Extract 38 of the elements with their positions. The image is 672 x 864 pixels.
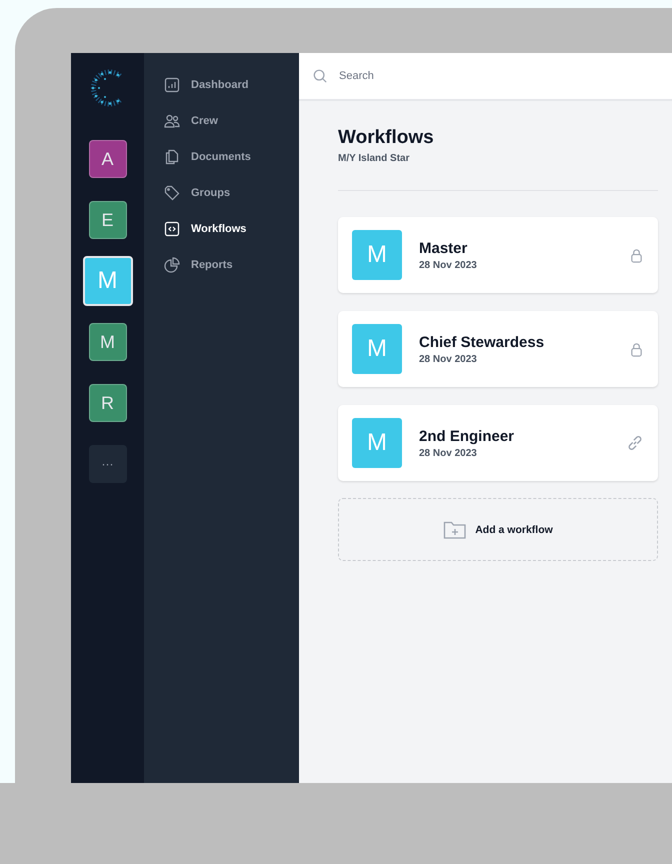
workflow-card[interactable]: M Chief Stewardess 28 Nov 2023 [338, 311, 658, 387]
workspace-avatar[interactable]: E [88, 201, 126, 239]
workspace-avatar[interactable]: A [88, 140, 126, 178]
workflow-avatar: M [352, 230, 402, 280]
lock-icon [629, 248, 644, 262]
pie-chart-icon [164, 257, 180, 273]
workflow-name: 2nd Engineer [419, 428, 516, 444]
nav-item[interactable]: Groups [164, 183, 299, 203]
workflow-card[interactable]: M Master 28 Nov 2023 [338, 217, 658, 293]
nav-item[interactable]: Dashboard [164, 75, 299, 95]
tag-icon [164, 185, 180, 201]
people-icon [164, 113, 180, 129]
page-title: Workflows [338, 127, 435, 149]
nav-item[interactable]: Documents [164, 147, 299, 167]
chart-icon [164, 77, 180, 93]
workflow-date: 28 Nov 2023 [419, 354, 478, 364]
nav-item[interactable]: Reports [164, 255, 299, 275]
link-icon [626, 434, 644, 452]
workflow-name: Chief Stewardess [419, 334, 546, 350]
workspace-avatar[interactable]: R [88, 384, 126, 422]
add-workflow-button[interactable]: Add a workflow [338, 498, 658, 561]
page-subtitle: M/Y Island Star [338, 153, 411, 164]
code-icon [164, 221, 180, 237]
search-field[interactable]: Search [337, 69, 541, 83]
workflow-avatar: M [352, 418, 402, 468]
workflow-date: 28 Nov 2023 [419, 448, 478, 458]
search-icon [313, 69, 327, 83]
nav-item[interactable]: Crew [164, 111, 299, 131]
more-button[interactable]: ··· [88, 445, 126, 483]
workflow-date: 28 Nov 2023 [419, 260, 478, 270]
workflow-card[interactable]: M 2nd Engineer 28 Nov 2023 [338, 405, 658, 481]
workspace-avatar[interactable]: M [88, 323, 126, 361]
nav-item[interactable]: Workflows [164, 219, 299, 239]
workflow-name: Master [419, 240, 468, 256]
documents-icon [164, 149, 180, 165]
folder-plus-icon [443, 520, 468, 540]
workflow-avatar: M [352, 324, 402, 374]
lock-icon [629, 342, 644, 356]
